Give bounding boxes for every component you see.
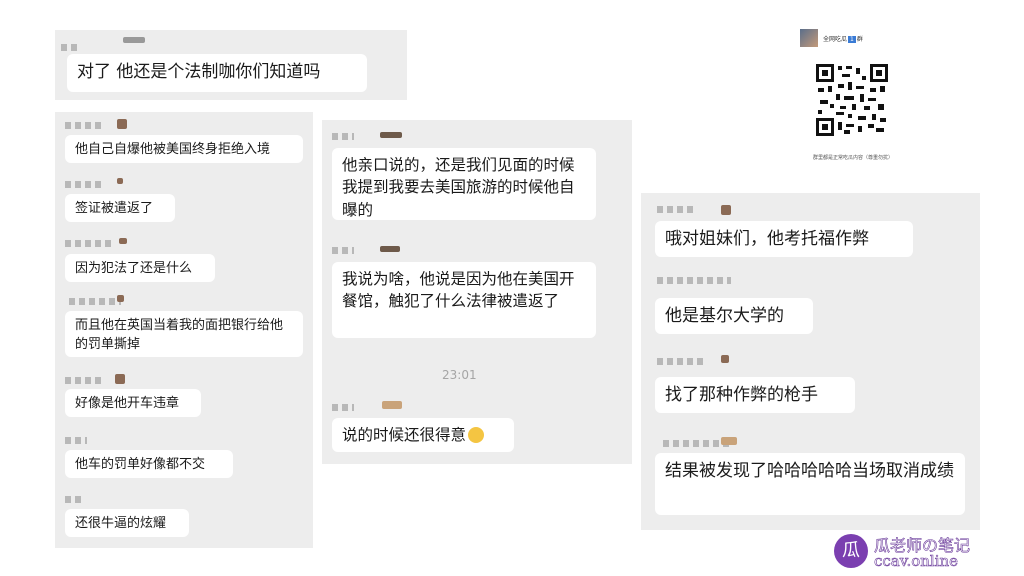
sender-name bbox=[657, 277, 731, 284]
chat-message: 哦对姐妹们，他考托福作弊 bbox=[655, 221, 913, 257]
chat-message: 结果被发现了哈哈哈哈哈当场取消成绩 bbox=[655, 453, 965, 515]
watermark-logo-icon: 瓜 bbox=[834, 534, 868, 568]
qr-card-title: 全网吃瓜 1 群 bbox=[823, 36, 863, 43]
sender-avatar bbox=[721, 437, 737, 445]
group-avatar bbox=[800, 29, 818, 47]
sender-name bbox=[69, 298, 121, 305]
sender-avatar bbox=[721, 355, 729, 363]
sender-name bbox=[65, 181, 101, 188]
chat-message: 签证被遣返了 bbox=[65, 194, 175, 222]
watermark: 瓜 瓜老师の笔记 ccav.online bbox=[834, 532, 1020, 572]
sender-avatar bbox=[721, 205, 731, 215]
sender-avatar bbox=[382, 401, 402, 409]
sender-name bbox=[657, 358, 707, 365]
chat-message: 而且他在英国当着我的面把银行给他的罚单撕掉 bbox=[65, 311, 303, 357]
chat-message: 找了那种作弊的枪手 bbox=[655, 377, 855, 413]
left-chat-panel: 他自己自爆他被美国终身拒绝入境 签证被遣返了 因为犯法了还是什么 而且他在英国当… bbox=[55, 112, 313, 548]
sender-avatar bbox=[123, 37, 145, 43]
chat-message: 因为犯法了还是什么 bbox=[65, 254, 215, 282]
sender-name bbox=[332, 133, 354, 140]
grinning-emoji-icon bbox=[468, 427, 485, 443]
chat-message: 说的时候还很得意 bbox=[332, 418, 514, 452]
qr-card-badge: 1 bbox=[848, 36, 856, 43]
watermark-domain: ccav.online bbox=[874, 552, 959, 571]
qr-card-caption: 群里都是正常吃瓜内容（尊重勿扰） bbox=[812, 155, 893, 161]
qr-card: 全网吃瓜 1 群 群里都是正常吃瓜内容（尊重勿扰） bbox=[797, 26, 909, 178]
sender-name bbox=[61, 44, 81, 51]
chat-message: 他是基尔大学的 bbox=[655, 298, 813, 334]
sender-avatar bbox=[115, 374, 125, 384]
chat-message: 他亲口说的，还是我们见面的时候我提到我要去美国旅游的时候他自曝的 bbox=[332, 148, 596, 220]
chat-message-text: 说的时候还很得意 bbox=[342, 426, 467, 444]
sender-avatar bbox=[117, 295, 124, 302]
chat-message: 我说为啥，他说是因为他在美国开餐馆，触犯了什么法律被遣返了 bbox=[332, 262, 596, 338]
chat-timestamp: 23:01 bbox=[442, 368, 477, 382]
chat-message: 还很牛逼的炫耀 bbox=[65, 509, 189, 537]
middle-chat-panel: 他亲口说的，还是我们见面的时候我提到我要去美国旅游的时候他自曝的 我说为啥，他说… bbox=[322, 120, 632, 464]
sender-name bbox=[65, 437, 87, 444]
sender-avatar bbox=[380, 132, 402, 138]
sender-avatar bbox=[119, 238, 127, 244]
sender-name bbox=[657, 206, 697, 213]
right-chat-panel: 哦对姐妹们，他考托福作弊 他是基尔大学的 找了那种作弊的枪手 结果被发现了哈哈哈… bbox=[641, 193, 980, 530]
qr-code bbox=[816, 64, 888, 136]
sender-name bbox=[332, 247, 354, 254]
chat-message: 他车的罚单好像都不交 bbox=[65, 450, 233, 478]
chat-message: 好像是他开车违章 bbox=[65, 389, 201, 417]
sender-avatar bbox=[117, 119, 127, 129]
sender-avatar bbox=[380, 246, 400, 252]
top-chat-panel: 对了 他还是个法制咖你们知道吗 bbox=[55, 30, 407, 100]
sender-name bbox=[65, 496, 83, 503]
sender-name bbox=[65, 122, 101, 129]
sender-name bbox=[65, 377, 101, 384]
chat-message: 对了 他还是个法制咖你们知道吗 bbox=[67, 54, 367, 92]
chat-message: 他自己自爆他被美国终身拒绝入境 bbox=[65, 135, 303, 163]
sender-name bbox=[332, 404, 354, 411]
sender-avatar bbox=[117, 178, 123, 184]
sender-name bbox=[65, 240, 115, 247]
